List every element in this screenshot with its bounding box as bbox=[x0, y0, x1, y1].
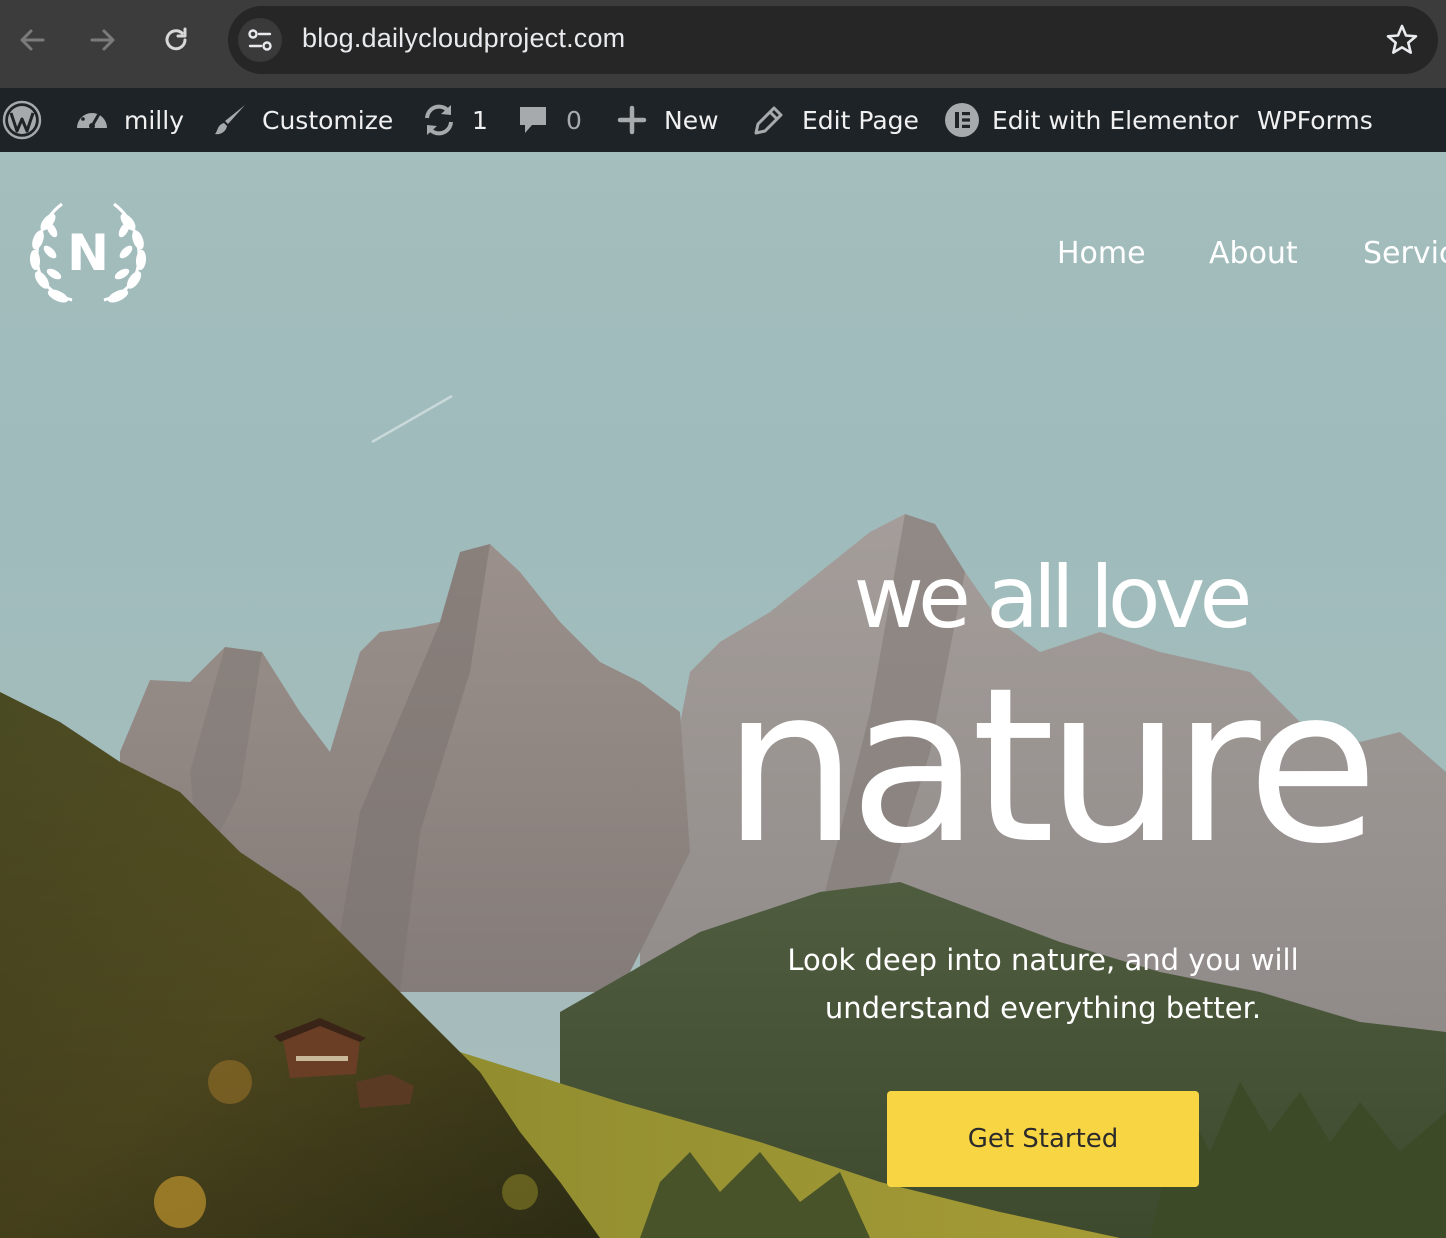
site-logo[interactable]: N bbox=[26, 200, 150, 308]
updates-icon bbox=[425, 104, 453, 136]
site-name-label: milly bbox=[124, 105, 184, 135]
wp-admin-bar: milly Customize 1 0 New Edit Page Edit w… bbox=[0, 88, 1446, 152]
paintbrush-icon bbox=[215, 105, 245, 135]
nav-home[interactable]: Home bbox=[1057, 236, 1146, 271]
bookmark-button[interactable] bbox=[1384, 22, 1420, 58]
elementor-menu[interactable]: Edit with Elementor bbox=[944, 88, 1238, 152]
get-started-button[interactable]: Get Started bbox=[887, 1091, 1199, 1187]
comment-bubble-icon bbox=[520, 107, 546, 133]
bookmark-star-icon bbox=[1386, 24, 1418, 54]
dashboard-icon bbox=[77, 107, 107, 129]
pencil-icon bbox=[754, 106, 783, 135]
wpforms-menu[interactable]: WPForms bbox=[1257, 88, 1373, 152]
edit-page-label: Edit Page bbox=[802, 105, 919, 135]
updates-count: 1 bbox=[472, 105, 488, 135]
back-button[interactable] bbox=[12, 20, 52, 60]
logo-letter: N bbox=[67, 224, 109, 282]
browser-toolbar: blog.dailycloudproject.com bbox=[0, 0, 1446, 88]
elementor-icon bbox=[945, 103, 979, 137]
hero-subtext-line-1: Look deep into nature, and you will bbox=[787, 943, 1299, 977]
forward-arrow-icon bbox=[90, 29, 115, 51]
nav-about[interactable]: About bbox=[1209, 236, 1298, 271]
new-label: New bbox=[664, 105, 719, 135]
customize-label: Customize bbox=[262, 105, 394, 135]
url-text[interactable]: blog.dailycloudproject.com bbox=[302, 23, 625, 54]
updates-menu[interactable]: 1 bbox=[420, 88, 488, 152]
hero-headline: nature bbox=[722, 642, 1378, 891]
back-arrow-icon bbox=[20, 29, 45, 51]
plus-icon bbox=[617, 105, 647, 135]
reload-button[interactable] bbox=[156, 20, 196, 60]
reload-icon bbox=[165, 27, 187, 51]
address-bar[interactable]: blog.dailycloudproject.com bbox=[228, 6, 1438, 74]
customize-menu[interactable]: Customize bbox=[212, 88, 393, 152]
forward-button[interactable] bbox=[83, 20, 123, 60]
site-settings-icon bbox=[248, 29, 272, 51]
hero-section: N Home About Servic we all love nature L… bbox=[0, 152, 1446, 1238]
wordpress-menu[interactable] bbox=[2, 88, 42, 152]
new-content-menu[interactable]: New bbox=[616, 88, 719, 152]
comments-menu[interactable]: 0 bbox=[516, 88, 582, 152]
nav-services[interactable]: Servic bbox=[1363, 236, 1446, 271]
comments-count: 0 bbox=[566, 105, 582, 135]
edit-page-menu[interactable]: Edit Page bbox=[752, 88, 919, 152]
elementor-label: Edit with Elementor bbox=[992, 105, 1239, 135]
wpforms-label: WPForms bbox=[1257, 105, 1373, 135]
site-info-button[interactable] bbox=[238, 18, 282, 62]
site-name-menu[interactable]: milly bbox=[74, 88, 184, 152]
hero-subtext: Look deep into nature, and you will unde… bbox=[760, 936, 1326, 1032]
hero-subtext-line-2: understand everything better. bbox=[824, 991, 1262, 1025]
wordpress-logo-icon bbox=[2, 100, 42, 140]
hero-tagline: we all love bbox=[853, 548, 1253, 648]
